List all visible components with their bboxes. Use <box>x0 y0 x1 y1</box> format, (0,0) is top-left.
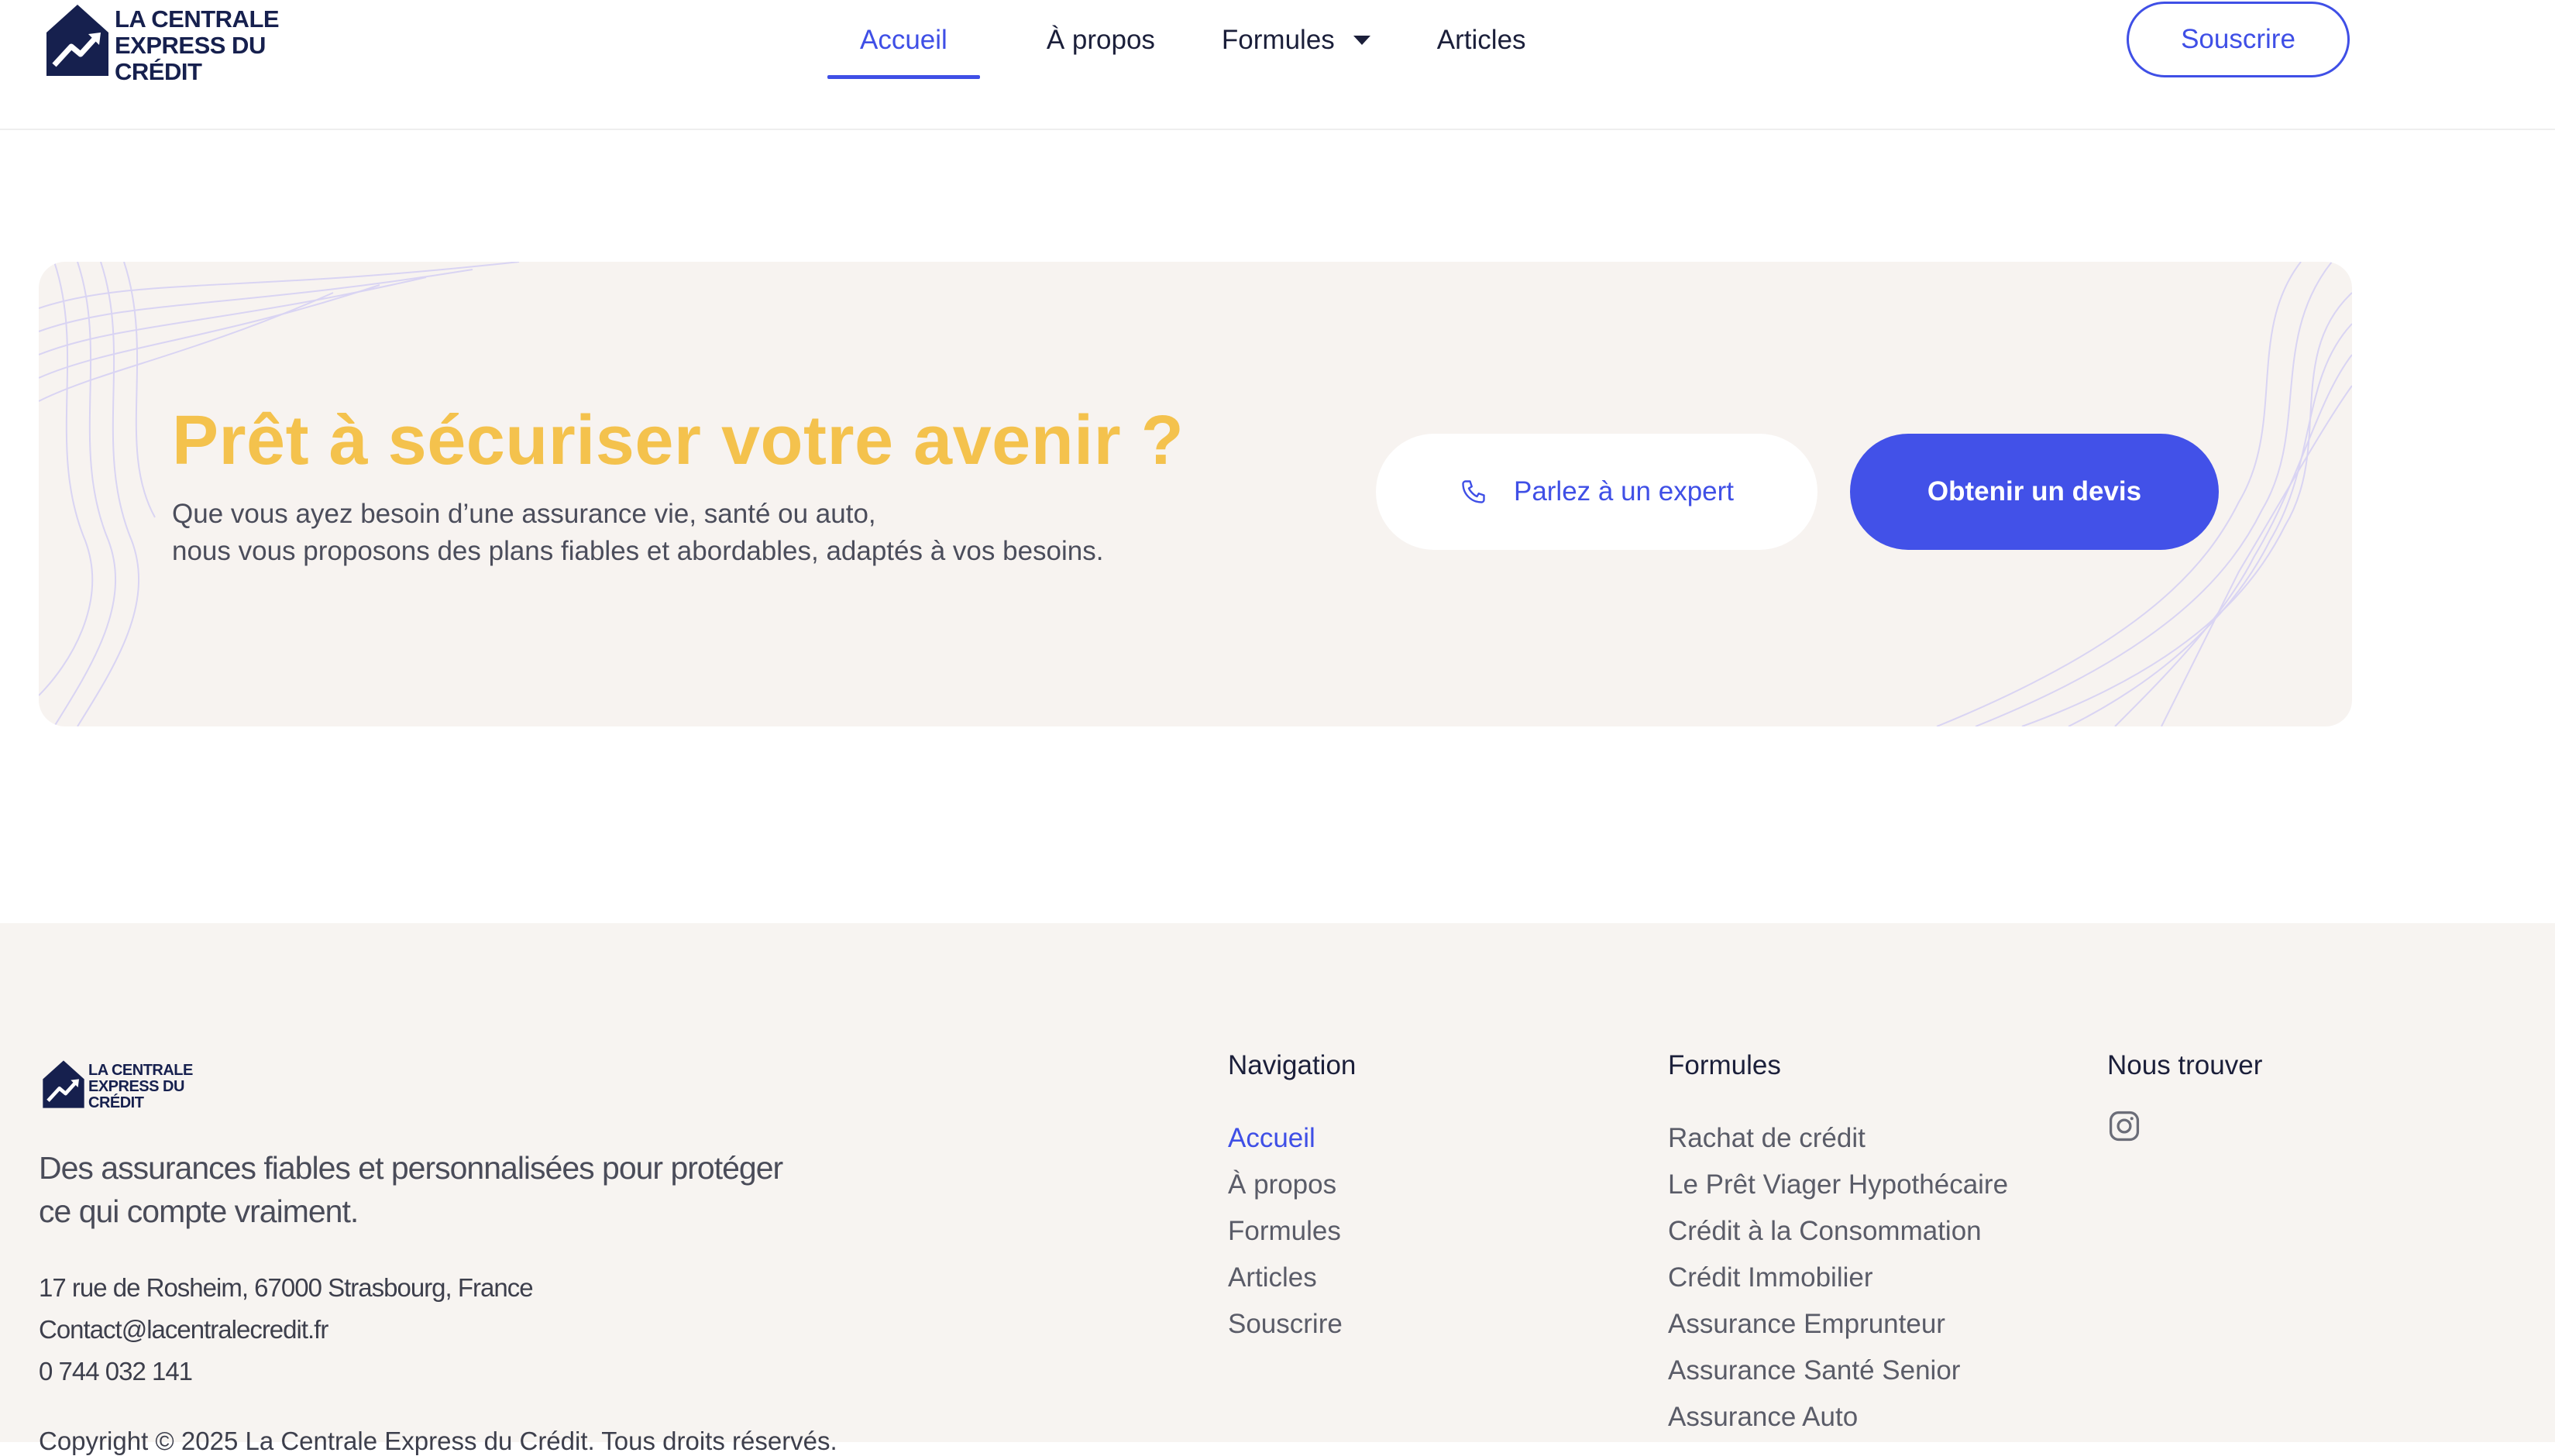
logo-line-2: EXPRESS DU <box>115 32 266 59</box>
footer-find-us-title: Nous trouver <box>2107 1050 2263 1080</box>
footer-link-assurance-sante-senior[interactable]: Assurance Santé Senior <box>1668 1348 2008 1394</box>
footer-link-credit-consommation[interactable]: Crédit à la Consommation <box>1668 1208 2008 1255</box>
talk-to-expert-label: Parlez à un expert <box>1513 476 1735 507</box>
footer-tagline: Des assurances fiables et personnalisées… <box>39 1146 783 1233</box>
footer-link-credit-immobilier[interactable]: Crédit Immobilier <box>1668 1255 2008 1301</box>
get-quote-button[interactable]: Obtenir un devis <box>1850 434 2219 550</box>
footer-find-us-column: Nous trouver <box>2107 1050 2262 1143</box>
logo-line-1: LA CENTRALE <box>115 5 280 33</box>
footer-logo[interactable]: LA CENTRALE EXPRESS DU CRÉDIT <box>42 1059 193 1111</box>
footer-tagline-line-2: ce qui compte vraiment. <box>39 1193 359 1229</box>
footer-nav-column: Navigation Accueil À propos Formules Art… <box>1228 1050 1356 1348</box>
site-header: LA CENTRALE EXPRESS DU CRÉDIT Accueil À … <box>0 0 2555 130</box>
footer-copyright: Copyright © 2025 La Centrale Express du … <box>39 1427 837 1455</box>
footer-logo-line-3: CRÉDIT <box>88 1094 144 1111</box>
nav-item-articles[interactable]: Articles <box>1437 0 1526 81</box>
footer-logo-text: LA CENTRALE EXPRESS DU CRÉDIT <box>88 1063 193 1111</box>
phone-icon <box>1462 480 1485 503</box>
footer-address: 17 rue de Rosheim, 67000 Strasbourg, Fra… <box>39 1273 534 1302</box>
logo-text: LA CENTRALE EXPRESS DU CRÉDIT <box>115 5 280 85</box>
footer-link-formules[interactable]: Formules <box>1228 1208 1356 1255</box>
nav-item-formules[interactable]: Formules <box>1222 0 1370 81</box>
footer-link-assurance-emprunteur[interactable]: Assurance Emprunteur <box>1668 1301 2008 1348</box>
footer-link-articles[interactable]: Articles <box>1228 1255 1356 1301</box>
cta-description-line-2: nous vous proposons des plans fiables et… <box>172 536 1104 566</box>
footer-link-assurance-auto[interactable]: Assurance Auto <box>1668 1394 2008 1441</box>
footer-link-a-propos[interactable]: À propos <box>1228 1162 1356 1208</box>
nav-item-formules-label: Formules <box>1221 25 1335 55</box>
footer-logo-house-arrow-icon <box>43 1060 84 1108</box>
subscribe-button[interactable]: Souscrire <box>2127 2 2350 77</box>
footer-link-rachat-credit[interactable]: Rachat de crédit <box>1668 1115 2008 1162</box>
site-footer: LA CENTRALE EXPRESS DU CRÉDIT Des assura… <box>0 923 2555 1455</box>
instagram-icon[interactable] <box>2107 1109 2141 1143</box>
footer-link-pret-viager[interactable]: Le Prêt Viager Hypothécaire <box>1668 1162 2008 1208</box>
main-nav: Accueil À propos Formules Articles <box>827 0 1593 81</box>
footer-link-accueil[interactable]: Accueil <box>1228 1115 1356 1162</box>
footer-email[interactable]: Contact@lacentralecredit.fr <box>39 1315 328 1344</box>
cta-title: Prêt à sécuriser votre avenir ? <box>172 402 1185 479</box>
footer-tagline-line-1: Des assurances fiables et personnalisées… <box>39 1150 783 1186</box>
footer-formules-title: Formules <box>1668 1050 1781 1080</box>
chevron-down-icon <box>1353 36 1370 45</box>
nav-item-a-propos[interactable]: À propos <box>1047 0 1155 81</box>
logo-house-arrow-icon <box>46 5 108 76</box>
footer-phone[interactable]: 0 744 032 141 <box>39 1357 193 1386</box>
footer-formules-column: Formules Rachat de crédit Le Prêt Viager… <box>1668 1050 2008 1441</box>
footer-link-souscrire[interactable]: Souscrire <box>1228 1301 1356 1348</box>
cta-description: Que vous ayez besoin d’une assurance vie… <box>172 496 1103 570</box>
logo-line-3: CRÉDIT <box>115 58 202 85</box>
nav-item-accueil[interactable]: Accueil <box>827 0 980 81</box>
talk-to-expert-button[interactable]: Parlez à un expert <box>1376 434 1817 550</box>
footer-nav-title: Navigation <box>1228 1050 1357 1080</box>
footer-logo-line-1: LA CENTRALE <box>88 1062 193 1079</box>
site-logo[interactable]: LA CENTRALE EXPRESS DU CRÉDIT <box>45 3 280 85</box>
footer-logo-line-2: EXPRESS DU <box>88 1078 184 1095</box>
cta-description-line-1: Que vous ayez besoin d’une assurance vie… <box>172 499 876 529</box>
cta-banner: Prêt à sécuriser votre avenir ? Que vous… <box>39 262 2352 726</box>
